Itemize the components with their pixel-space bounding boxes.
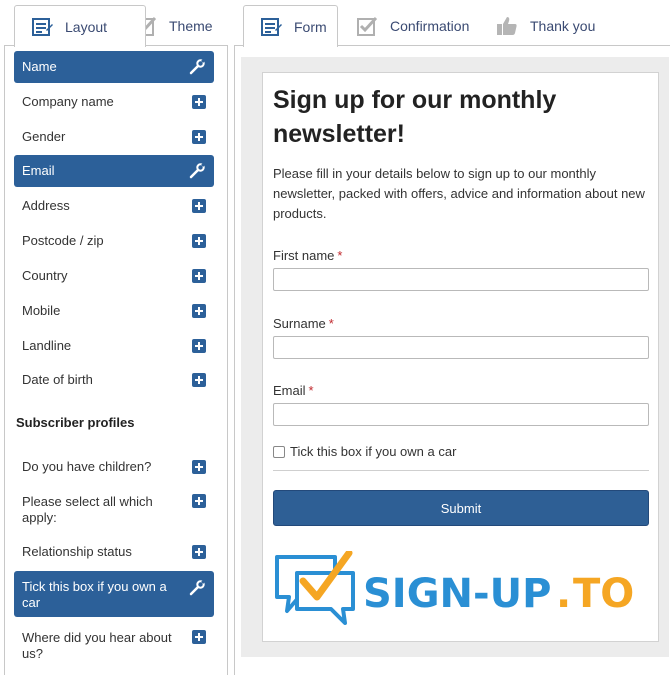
add-icon[interactable] bbox=[192, 234, 206, 248]
signup-form: Sign up for our monthly newsletter! Plea… bbox=[262, 72, 659, 642]
tab-form-label: Form bbox=[294, 18, 327, 35]
field-item-label: Gender bbox=[22, 129, 66, 144]
add-icon[interactable] bbox=[192, 630, 206, 644]
required-marker: * bbox=[337, 248, 343, 263]
email-label-text: Email bbox=[273, 383, 306, 398]
field-list-panel: Name Company name Gender Email Address P… bbox=[4, 45, 228, 675]
logo-text-main: SIGN-UP bbox=[363, 571, 551, 617]
add-icon[interactable] bbox=[192, 269, 206, 283]
field-item-hear-about-us[interactable]: Where did you hear about us? bbox=[14, 622, 214, 666]
field-item-relationship-status[interactable]: Relationship status bbox=[14, 536, 214, 568]
field-item-company-name[interactable]: Company name bbox=[14, 86, 214, 118]
add-icon[interactable] bbox=[192, 460, 206, 474]
section-heading-subscriber-profiles: Subscriber profiles bbox=[16, 415, 135, 430]
field-item-label: Relationship status bbox=[22, 544, 132, 559]
field-item-label: Tick this box if you own a car bbox=[22, 579, 167, 610]
first-name-label: First name * bbox=[273, 248, 342, 263]
add-icon[interactable] bbox=[192, 130, 206, 144]
form-icon bbox=[32, 17, 53, 36]
surname-label-text: Surname bbox=[273, 316, 326, 331]
field-item-label: Country bbox=[22, 268, 68, 283]
surname-label: Surname * bbox=[273, 316, 334, 331]
field-item-name[interactable]: Name bbox=[14, 51, 214, 83]
sign-up-to-logo: SIGN-UP . TO bbox=[275, 551, 634, 625]
add-icon[interactable] bbox=[192, 545, 206, 559]
checkmark-icon bbox=[357, 16, 378, 36]
tab-confirmation-label: Confirmation bbox=[390, 18, 470, 34]
field-item-label: Address bbox=[22, 198, 70, 213]
field-item-mobile[interactable]: Mobile bbox=[14, 295, 214, 327]
first-name-label-text: First name bbox=[273, 248, 335, 263]
logo-text-dot: . bbox=[556, 571, 571, 617]
email-input[interactable] bbox=[273, 403, 649, 426]
form-preview-panel: Sign up for our monthly newsletter! Plea… bbox=[234, 45, 670, 675]
submit-button[interactable]: Submit bbox=[273, 490, 649, 526]
field-item-own-car[interactable]: Tick this box if you own a car bbox=[14, 571, 214, 617]
field-item-gender[interactable]: Gender bbox=[14, 121, 214, 153]
surname-input[interactable] bbox=[273, 336, 649, 359]
tab-confirmation[interactable]: Confirmation bbox=[339, 5, 479, 46]
field-item-address[interactable]: Address bbox=[14, 190, 214, 222]
form-title: Sign up for our monthly newsletter! bbox=[273, 86, 557, 148]
car-checkbox-label: Tick this box if you own a car bbox=[290, 444, 457, 459]
field-item-country[interactable]: Country bbox=[14, 260, 214, 292]
field-item-label: Postcode / zip bbox=[22, 233, 104, 248]
field-item-label: Landline bbox=[22, 338, 72, 353]
field-item-label: Email bbox=[22, 163, 55, 178]
field-item-select-all[interactable]: Please select all which apply: bbox=[14, 486, 214, 528]
car-checkbox-row[interactable]: Tick this box if you own a car bbox=[273, 444, 456, 459]
add-icon[interactable] bbox=[192, 373, 206, 387]
form-icon bbox=[261, 17, 282, 36]
field-item-label: Mobile bbox=[22, 303, 61, 318]
wrench-icon[interactable] bbox=[188, 58, 206, 76]
required-marker: * bbox=[308, 383, 314, 398]
field-item-children[interactable]: Do you have children? bbox=[14, 451, 214, 483]
thumbs-up-icon bbox=[497, 17, 517, 35]
required-marker: * bbox=[328, 316, 334, 331]
first-name-input[interactable] bbox=[273, 268, 649, 291]
add-icon[interactable] bbox=[192, 339, 206, 353]
add-icon[interactable] bbox=[192, 199, 206, 213]
tab-theme-label: Theme bbox=[169, 18, 213, 34]
field-item-postcode[interactable]: Postcode / zip bbox=[14, 225, 214, 257]
field-item-label: Company name bbox=[22, 94, 114, 109]
tab-thank-you[interactable]: Thank you bbox=[479, 5, 609, 46]
field-item-label: Date of birth bbox=[22, 372, 93, 387]
form-intro: Please fill in your details below to sig… bbox=[273, 166, 645, 221]
wrench-icon[interactable] bbox=[188, 579, 206, 597]
divider bbox=[273, 470, 649, 471]
car-checkbox[interactable] bbox=[273, 445, 285, 458]
tab-layout-label: Layout bbox=[65, 18, 108, 35]
email-label: Email * bbox=[273, 383, 314, 398]
add-icon[interactable] bbox=[192, 304, 206, 318]
wrench-icon[interactable] bbox=[188, 162, 206, 180]
add-icon[interactable] bbox=[192, 494, 206, 508]
add-icon[interactable] bbox=[192, 95, 206, 109]
logo-text-suffix: TO bbox=[573, 571, 634, 617]
field-item-date-of-birth[interactable]: Date of birth bbox=[14, 364, 214, 396]
tab-layout[interactable]: Layout bbox=[14, 5, 146, 47]
field-item-label: Please select all which apply: bbox=[22, 494, 153, 525]
field-item-email[interactable]: Email bbox=[14, 155, 214, 187]
field-item-label: Do you have children? bbox=[22, 459, 152, 474]
tab-thank-you-label: Thank you bbox=[530, 18, 596, 34]
field-item-landline[interactable]: Landline bbox=[14, 330, 214, 362]
field-item-label: Where did you hear about us? bbox=[22, 630, 172, 661]
tab-form[interactable]: Form bbox=[243, 5, 338, 47]
field-item-label: Name bbox=[22, 59, 57, 74]
